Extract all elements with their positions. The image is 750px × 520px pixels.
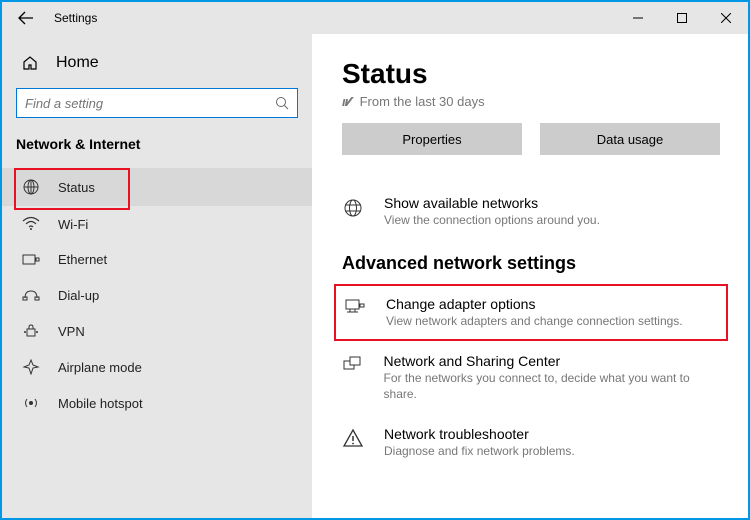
status-subline: ıı⁄⁄ From the last 30 days — [342, 94, 720, 109]
warning-icon — [342, 426, 368, 460]
sidebar-home[interactable]: Home — [2, 46, 312, 80]
sidebar-item-wifi[interactable]: Wi-Fi — [2, 206, 312, 242]
sharing-center-option[interactable]: Network and Sharing Center For the netwo… — [342, 341, 720, 414]
sidebar-item-label: Status — [58, 180, 95, 195]
status-icon — [22, 178, 40, 196]
sidebar-item-airplane[interactable]: Airplane mode — [2, 349, 312, 385]
page-title: Status — [342, 58, 720, 90]
signal-icon: ıı⁄⁄ — [342, 94, 350, 109]
window-title: Settings — [50, 11, 616, 25]
airplane-icon — [22, 359, 40, 375]
sidebar-item-label: Ethernet — [58, 252, 107, 267]
search-input-wrapper[interactable] — [16, 88, 298, 118]
sidebar-item-hotspot[interactable]: Mobile hotspot — [2, 385, 312, 421]
titlebar: Settings — [2, 2, 748, 34]
sharing-icon — [342, 353, 368, 402]
troubleshooter-option[interactable]: Network troubleshooter Diagnose and fix … — [342, 414, 720, 472]
dialup-icon — [22, 287, 40, 303]
sidebar-section-title: Network & Internet — [2, 136, 312, 168]
sidebar-item-label: Wi-Fi — [58, 217, 88, 232]
back-button[interactable] — [2, 2, 50, 34]
search-input[interactable] — [25, 96, 275, 111]
hotspot-icon — [22, 395, 40, 411]
home-icon — [22, 55, 40, 71]
sidebar-home-label: Home — [56, 54, 99, 72]
show-networks-option[interactable]: Show available networks View the connect… — [342, 183, 720, 241]
window-controls — [616, 2, 748, 34]
change-adapter-option[interactable]: Change adapter options View network adap… — [334, 284, 728, 342]
option-desc: View network adapters and change connect… — [386, 314, 683, 330]
ethernet-icon — [22, 253, 40, 267]
close-button[interactable] — [704, 2, 748, 34]
sidebar-item-label: VPN — [58, 324, 85, 339]
option-title: Change adapter options — [386, 296, 683, 312]
maximize-icon — [677, 13, 687, 23]
option-title: Network and Sharing Center — [384, 353, 720, 369]
option-desc: View the connection options around you. — [384, 213, 600, 229]
from-text: From the last 30 days — [360, 94, 485, 109]
arrow-left-icon — [18, 10, 34, 26]
maximize-button[interactable] — [660, 2, 704, 34]
sidebar-item-vpn[interactable]: VPN — [2, 313, 312, 349]
advanced-heading: Advanced network settings — [342, 253, 720, 274]
option-title: Network troubleshooter — [384, 426, 575, 442]
option-title: Show available networks — [384, 195, 600, 211]
properties-button[interactable]: Properties — [342, 123, 522, 155]
search-icon — [275, 96, 289, 110]
minimize-icon — [633, 13, 643, 23]
option-desc: For the networks you connect to, decide … — [384, 371, 720, 402]
data-usage-button[interactable]: Data usage — [540, 123, 720, 155]
sidebar-item-status[interactable]: Status — [2, 168, 312, 206]
globe-icon — [342, 195, 368, 229]
minimize-button[interactable] — [616, 2, 660, 34]
wifi-icon — [22, 216, 40, 232]
sidebar-item-label: Airplane mode — [58, 360, 142, 375]
option-desc: Diagnose and fix network problems. — [384, 444, 575, 460]
vpn-icon — [22, 323, 40, 339]
adapter-icon — [344, 296, 370, 330]
sidebar: Home Network & Internet Status Wi-Fi — [2, 34, 312, 518]
sidebar-item-dialup[interactable]: Dial-up — [2, 277, 312, 313]
sidebar-item-label: Dial-up — [58, 288, 99, 303]
main-panel: Status ıı⁄⁄ From the last 30 days Proper… — [312, 34, 748, 518]
sidebar-item-label: Mobile hotspot — [58, 396, 143, 411]
close-icon — [721, 13, 731, 23]
sidebar-item-ethernet[interactable]: Ethernet — [2, 242, 312, 277]
